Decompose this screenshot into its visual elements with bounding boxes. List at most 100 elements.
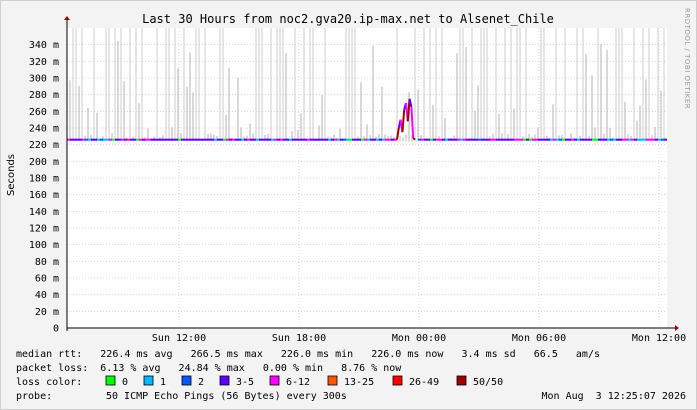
smoke-band [660, 90, 662, 142]
y-tick-label: 120 m [29, 224, 59, 235]
smoke-band [480, 28, 482, 142]
smoke-band [78, 85, 80, 142]
smoke-band [168, 28, 170, 142]
legend-loss-color-label: loss color: [16, 377, 82, 388]
smoke-band [261, 28, 263, 142]
smoke-band [582, 28, 584, 142]
smoke-band [552, 104, 554, 142]
loss-color-swatch [327, 375, 338, 386]
smoke-band [471, 28, 473, 142]
smoke-band [519, 28, 521, 142]
smoke-band [663, 28, 665, 142]
smoke-band [174, 28, 176, 142]
loss-color-swatch [269, 375, 280, 386]
smoke-band [219, 28, 221, 142]
loss-color-label: 1 [160, 377, 166, 388]
x-tick-label: Sun 18:00 [272, 333, 326, 344]
smoke-band [177, 68, 179, 142]
smoke-band [621, 28, 623, 142]
smoke-band [633, 28, 635, 142]
smokeping-graph: Last 30 Hours from noc2.gva20.ip-max.net… [0, 0, 697, 410]
smoke-band [69, 80, 71, 142]
smoke-band [513, 108, 515, 142]
smoke-band [354, 28, 356, 142]
smoke-band [618, 28, 620, 142]
legend-probe-label: probe: [16, 391, 52, 402]
smoke-band [114, 28, 116, 142]
x-tick-label: Sun 12:00 [152, 333, 206, 344]
y-tick-label: 320 m [29, 57, 59, 68]
smoke-band [516, 28, 518, 142]
smoke-band [444, 117, 446, 142]
loss-color-label: 3-5 [236, 377, 254, 388]
smoke-band [399, 135, 401, 142]
smoke-band [324, 28, 326, 142]
smoke-band [195, 28, 197, 142]
smoke-band [486, 28, 488, 142]
loss-color-swatch [143, 375, 154, 386]
smoke-band [321, 94, 323, 142]
legend-median-rtt: median rtt: 226.4 ms avg 266.5 ms max 22… [16, 349, 600, 360]
y-tick-label: 280 m [29, 90, 59, 101]
legend-timestamp: Mon Aug 3 12:25:07 2026 [542, 391, 687, 402]
y-tick-label: 340 m [29, 40, 59, 51]
loss-color-label: 26-49 [409, 377, 439, 388]
smoke-band [276, 28, 278, 142]
y-tick-label: 20 m [35, 307, 59, 318]
x-tick-label: Mon 12:00 [632, 333, 686, 344]
smoke-band [360, 82, 362, 142]
smoke-band [624, 101, 626, 142]
smoke-band [165, 28, 167, 142]
smoke-band [228, 67, 230, 142]
smoke-band [429, 28, 431, 142]
y-tick-label: 260 m [29, 107, 59, 118]
loss-color-label: 13-25 [344, 377, 374, 388]
smoke-band [108, 28, 110, 142]
smoke-band [135, 28, 137, 142]
y-tick-label: 60 m [35, 274, 59, 285]
y-axis-label: Seconds [6, 154, 17, 196]
smoke-band [87, 107, 89, 142]
smoke-band [81, 28, 83, 142]
y-tick-label: 300 m [29, 74, 59, 85]
smoke-band [465, 46, 467, 142]
loss-color-swatch [105, 375, 116, 386]
y-tick-label: 160 m [29, 190, 59, 201]
x-tick-label: Mon 06:00 [512, 333, 566, 344]
smoke-band [345, 28, 347, 142]
smoke-band [543, 28, 545, 142]
smoke-band [186, 86, 188, 142]
loss-color-label: 2 [198, 377, 204, 388]
y-tick-label: 180 m [29, 174, 59, 185]
smoke-band [432, 104, 434, 142]
smoke-band [93, 28, 95, 142]
smoke-band [636, 120, 638, 142]
smoke-band [477, 85, 479, 142]
loss-color-label: 50/50 [473, 377, 503, 388]
y-tick-label: 240 m [29, 124, 59, 135]
smoke-band [648, 28, 650, 142]
smoke-band [105, 28, 107, 142]
y-tick-label: 0 [53, 324, 59, 335]
smoke-band [351, 28, 353, 142]
smoke-band [120, 28, 122, 142]
smoke-band [303, 28, 305, 142]
smoke-band [396, 28, 398, 142]
smoke-band [402, 137, 404, 142]
smoke-band [423, 28, 425, 142]
smoke-band [435, 28, 437, 142]
loss-color-swatch [181, 375, 192, 386]
loss-color-swatch [456, 375, 467, 386]
smoke-band [141, 28, 143, 142]
smoke-band [237, 77, 239, 142]
smoke-band [72, 28, 74, 142]
smoke-band [279, 28, 281, 142]
smoke-band [270, 28, 272, 142]
smoke-band [282, 28, 284, 142]
smoke-band [564, 28, 566, 142]
smoke-band [414, 28, 416, 142]
y-tick-label: 100 m [29, 240, 59, 251]
y-tick-label: 220 m [29, 140, 59, 151]
smoke-band [96, 112, 98, 142]
smoke-band [504, 28, 506, 142]
